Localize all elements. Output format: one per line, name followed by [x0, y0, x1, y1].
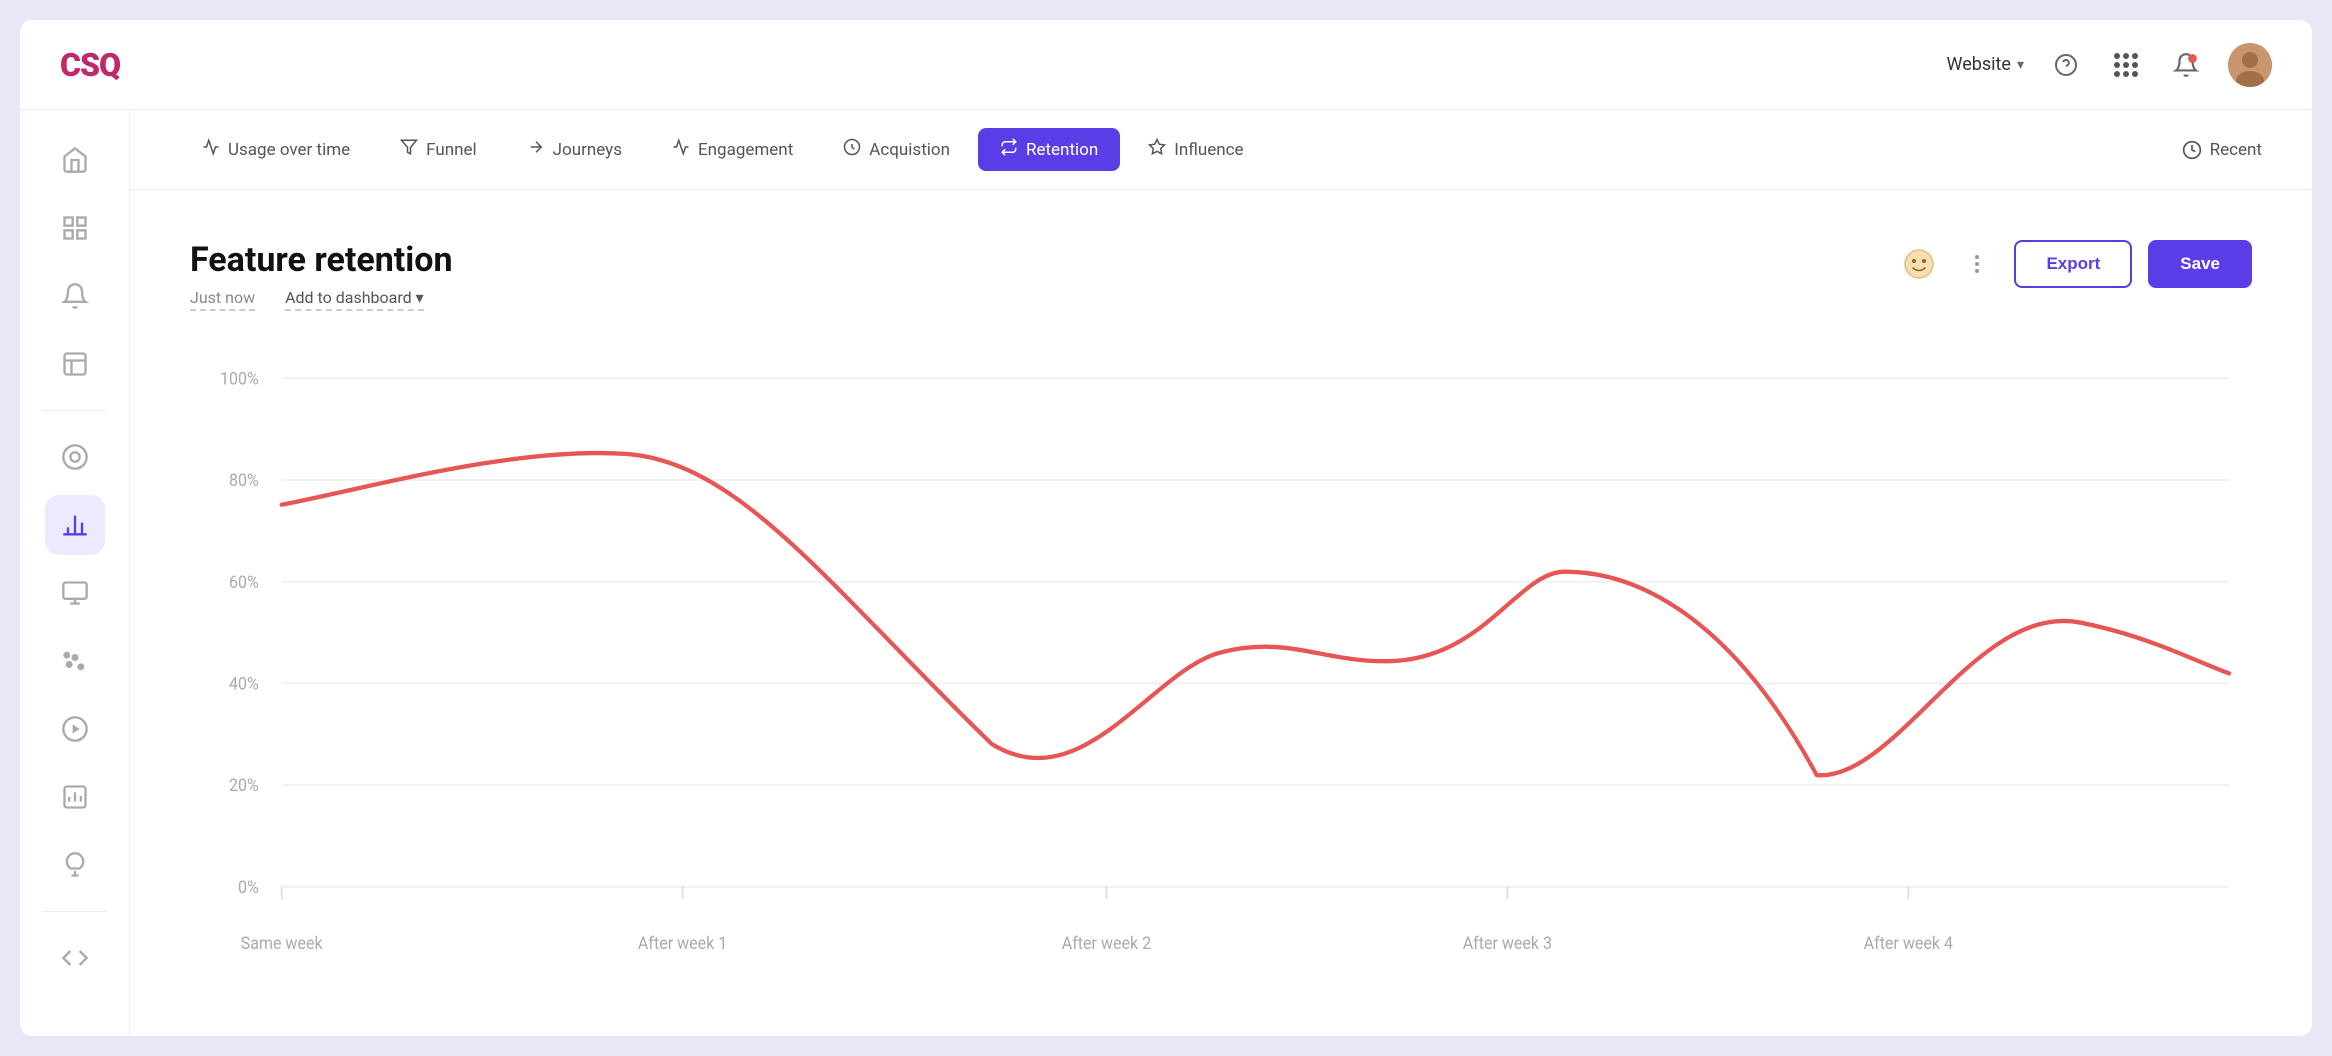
- website-label: Website: [1947, 54, 2011, 75]
- nav-tabs: Usage over time Funnel: [180, 128, 1266, 171]
- svg-text:After week 1: After week 1: [638, 933, 727, 954]
- notifications-button[interactable]: [2168, 47, 2204, 83]
- export-button[interactable]: Export: [2014, 240, 2132, 288]
- sidebar-item-dashboard[interactable]: [45, 198, 105, 258]
- svg-text:0%: 0%: [238, 877, 259, 898]
- chart-area: Feature retention Just now Add to dashbo…: [130, 190, 2312, 1036]
- tab-acquisition[interactable]: Acquistion: [821, 128, 972, 171]
- sidebar-item-scatter[interactable]: [45, 631, 105, 691]
- tab-influence[interactable]: Influence: [1126, 128, 1265, 171]
- journey-icon: [527, 138, 545, 161]
- acquisition-icon: [843, 138, 861, 161]
- svg-text:Same week: Same week: [241, 933, 323, 954]
- chevron-down-icon: ▾: [2017, 57, 2024, 73]
- recent-button[interactable]: Recent: [2182, 140, 2262, 160]
- svg-text:After week 4: After week 4: [1864, 933, 1954, 954]
- svg-text:20%: 20%: [229, 776, 259, 797]
- apps-grid-button[interactable]: [2108, 47, 2144, 83]
- tab-retention[interactable]: Retention: [978, 128, 1120, 171]
- influence-icon: [1148, 138, 1166, 161]
- tab-engagement[interactable]: Engagement: [650, 128, 815, 171]
- sidebar-divider-2: [42, 911, 107, 912]
- sidebar-item-bar-chart[interactable]: [45, 495, 105, 555]
- logo: CSQ: [60, 46, 120, 84]
- svg-text:80%: 80%: [229, 471, 259, 492]
- sidebar-item-layout[interactable]: [45, 334, 105, 394]
- more-options-button[interactable]: [1956, 243, 1998, 285]
- sidebar-item-notifications[interactable]: [45, 266, 105, 326]
- svg-text:After week 3: After week 3: [1463, 933, 1552, 954]
- sidebar-item-donut[interactable]: [45, 427, 105, 487]
- sidebar-item-bulb[interactable]: [45, 835, 105, 895]
- svg-text:After week 2: After week 2: [1062, 933, 1151, 954]
- retention-icon: [1000, 138, 1018, 161]
- svg-text:60%: 60%: [229, 572, 259, 593]
- sidebar-item-home[interactable]: [45, 130, 105, 190]
- line-chart-icon: [202, 138, 220, 161]
- svg-text:40%: 40%: [229, 674, 259, 695]
- avatar[interactable]: [2228, 43, 2272, 87]
- website-selector[interactable]: Website ▾: [1947, 54, 2024, 75]
- engagement-icon: [672, 138, 690, 161]
- add-to-dashboard-button[interactable]: Add to dashboard ▾: [285, 288, 424, 311]
- recent-label: Recent: [2210, 140, 2262, 160]
- tab-usage-over-time[interactable]: Usage over time: [180, 128, 372, 171]
- sidebar-item-play[interactable]: [45, 699, 105, 759]
- tab-journeys[interactable]: Journeys: [505, 128, 644, 171]
- help-button[interactable]: [2048, 47, 2084, 83]
- sidebar-item-report[interactable]: [45, 767, 105, 827]
- tab-funnel[interactable]: Funnel: [378, 128, 499, 171]
- nav-bar: Usage over time Funnel: [130, 110, 2312, 190]
- sidebar-divider: [42, 410, 107, 411]
- sidebar-item-screen[interactable]: [45, 563, 105, 623]
- chart-timestamp: Just now: [190, 288, 255, 311]
- sidebar-item-code[interactable]: [45, 928, 105, 988]
- chevron-down-icon: ▾: [416, 288, 424, 307]
- save-button[interactable]: Save: [2148, 240, 2252, 288]
- funnel-icon: [400, 138, 418, 161]
- svg-text:100%: 100%: [220, 369, 259, 390]
- sidebar: [20, 110, 130, 1036]
- emoji-icon[interactable]: [1898, 243, 1940, 285]
- retention-chart: 100% 80% 60% 40% 20% 0%: [190, 341, 2252, 986]
- chart-title: Feature retention: [190, 240, 453, 280]
